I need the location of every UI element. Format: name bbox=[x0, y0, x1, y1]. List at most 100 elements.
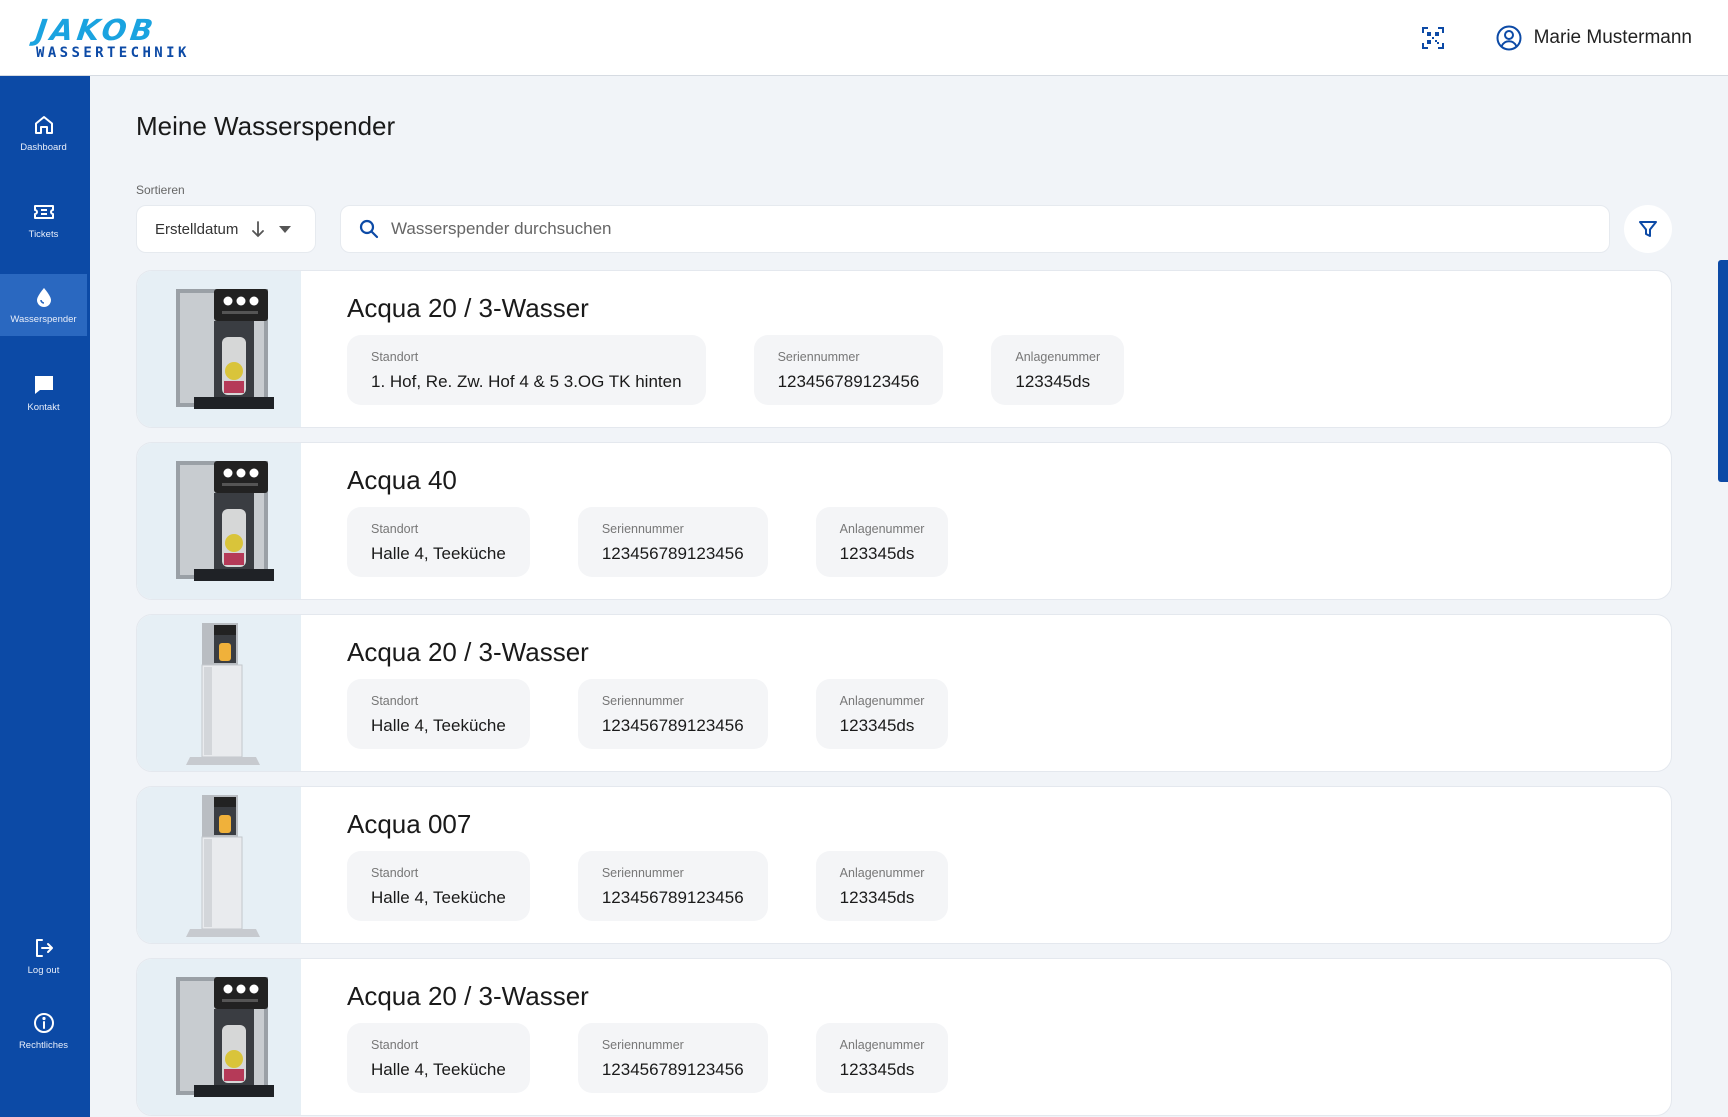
header-actions: Marie Mustermann bbox=[1418, 23, 1692, 53]
plant-label: Anlagenummer bbox=[1015, 350, 1101, 364]
serial-field: Seriennummer 123456789123456 bbox=[577, 679, 768, 749]
search-input[interactable] bbox=[391, 219, 1571, 239]
location-field: Standort Halle 4, Teeküche bbox=[347, 851, 530, 921]
location-field: Standort Halle 4, Teeküche bbox=[347, 1023, 530, 1093]
logout-icon bbox=[35, 938, 53, 957]
chat-icon bbox=[34, 375, 53, 394]
arrow-down-icon bbox=[252, 221, 265, 238]
dispenser-card[interactable]: Acqua 20 / 3-Wasser Standort Halle 4, Te… bbox=[136, 958, 1672, 1116]
top-header: JAKOB WASSERTECHNIK Marie Mustermann bbox=[0, 0, 1728, 76]
location-field: Standort Halle 4, Teeküche bbox=[347, 679, 530, 749]
location-label: Standort bbox=[371, 350, 419, 364]
user-circle-icon bbox=[1496, 25, 1522, 50]
location-label: Standort bbox=[371, 1038, 419, 1052]
location-value: Halle 4, Teeküche bbox=[371, 716, 506, 735]
sort-label: Sortieren bbox=[136, 183, 185, 197]
location-field: Standort Halle 4, Teeküche bbox=[347, 507, 530, 577]
dispenser-fields: Standort Halle 4, Teeküche Seriennummer … bbox=[347, 507, 996, 577]
dispenser-name: Acqua 20 / 3-Wasser bbox=[347, 637, 589, 667]
dispenser-fields: Standort Halle 4, Teeküche Seriennummer … bbox=[347, 851, 996, 921]
serial-label: Seriennummer bbox=[601, 1038, 684, 1052]
plant-field: Anlagenummer 123345ds bbox=[815, 507, 949, 577]
home-icon bbox=[34, 115, 53, 134]
dispenser-name: Acqua 20 / 3-Wasser bbox=[347, 981, 589, 1011]
sidebar-item-kontakt[interactable]: Kontakt bbox=[0, 362, 87, 424]
dispenser-image bbox=[137, 443, 301, 599]
serial-value: 123456789123456 bbox=[777, 372, 920, 391]
plant-field: Anlagenummer 123345ds bbox=[815, 1023, 949, 1093]
dispenser-name: Acqua 20 / 3-Wasser bbox=[347, 293, 589, 323]
serial-value: 123456789123456 bbox=[601, 1060, 744, 1079]
location-label: Standort bbox=[371, 522, 419, 536]
sidebar-item-dashboard[interactable]: Dashboard bbox=[0, 102, 87, 164]
sidebar-item-logout[interactable]: Log out bbox=[0, 925, 87, 987]
page-title: Meine Wasserspender bbox=[136, 111, 396, 141]
serial-label: Seriennummer bbox=[601, 694, 684, 708]
water-drop-icon bbox=[36, 287, 51, 307]
scrollbar-thumb[interactable] bbox=[1718, 260, 1728, 482]
sidebar-item-label: Wasserspender bbox=[10, 313, 77, 325]
sidebar: Dashboard Tickets Wasserspender Kontakt … bbox=[0, 76, 90, 1117]
dispenser-card[interactable]: Acqua 20 / 3-Wasser Standort Halle 4, Te… bbox=[136, 614, 1672, 772]
location-value: Halle 4, Teeküche bbox=[371, 544, 506, 563]
serial-value: 123456789123456 bbox=[601, 716, 744, 735]
dispenser-image bbox=[137, 959, 301, 1115]
dispenser-name: Acqua 007 bbox=[347, 809, 472, 839]
plant-value: 123345ds bbox=[1015, 372, 1091, 391]
user-menu[interactable]: Marie Mustermann bbox=[1496, 25, 1692, 51]
serial-label: Seriennummer bbox=[777, 350, 860, 364]
plant-label: Anlagenummer bbox=[839, 866, 925, 880]
serial-value: 123456789123456 bbox=[601, 888, 744, 907]
info-icon bbox=[33, 1012, 54, 1033]
plant-value: 123345ds bbox=[839, 1060, 915, 1079]
location-value: Halle 4, Teeküche bbox=[371, 1060, 506, 1079]
sidebar-item-label: Log out bbox=[27, 964, 60, 976]
qr-code-icon[interactable] bbox=[1418, 23, 1448, 53]
plant-value: 123345ds bbox=[839, 888, 915, 907]
dispenser-fields: Standort 1. Hof, Re. Zw. Hof 4 & 5 3.OG … bbox=[347, 335, 1172, 405]
dispenser-card[interactable]: Acqua 007 Standort Halle 4, Teeküche Ser… bbox=[136, 786, 1672, 944]
dispenser-image bbox=[137, 615, 301, 771]
serial-label: Seriennummer bbox=[601, 522, 684, 536]
sidebar-item-rechtliches[interactable]: Rechtliches bbox=[0, 1000, 87, 1062]
location-value: Halle 4, Teeküche bbox=[371, 888, 506, 907]
sidebar-item-label: Tickets bbox=[28, 228, 59, 240]
sidebar-item-wasserspender[interactable]: Wasserspender bbox=[0, 274, 87, 336]
filter-icon bbox=[1639, 221, 1657, 237]
sort-select[interactable]: Erstelldatum bbox=[136, 205, 316, 253]
plant-field: Anlagenummer 123345ds bbox=[815, 851, 949, 921]
sidebar-item-label: Kontakt bbox=[27, 401, 60, 413]
brand-logo-word: JAKOB bbox=[33, 12, 159, 47]
dispenser-card[interactable]: Acqua 40 Standort Halle 4, Teeküche Seri… bbox=[136, 442, 1672, 600]
sidebar-item-label: Rechtliches bbox=[18, 1039, 69, 1051]
location-label: Standort bbox=[371, 694, 419, 708]
plant-value: 123345ds bbox=[839, 716, 915, 735]
plant-label: Anlagenummer bbox=[839, 694, 925, 708]
location-label: Standort bbox=[371, 866, 419, 880]
user-name: Marie Mustermann bbox=[1533, 26, 1692, 48]
dispenser-card[interactable]: Acqua 20 / 3-Wasser Standort 1. Hof, Re.… bbox=[136, 270, 1672, 428]
serial-field: Seriennummer 123456789123456 bbox=[577, 851, 768, 921]
plant-label: Anlagenummer bbox=[839, 522, 925, 536]
dispenser-image bbox=[137, 787, 301, 943]
serial-label: Seriennummer bbox=[601, 866, 684, 880]
plant-field: Anlagenummer 123345ds bbox=[991, 335, 1125, 405]
sidebar-item-tickets[interactable]: Tickets bbox=[0, 189, 87, 251]
serial-field: Seriennummer 123456789123456 bbox=[577, 507, 768, 577]
search-box bbox=[340, 205, 1610, 253]
dispenser-image bbox=[137, 271, 301, 427]
filter-button[interactable] bbox=[1624, 205, 1672, 253]
sidebar-item-label: Dashboard bbox=[20, 141, 67, 153]
dispenser-name: Acqua 40 bbox=[347, 465, 457, 495]
location-field: Standort 1. Hof, Re. Zw. Hof 4 & 5 3.OG … bbox=[347, 335, 706, 405]
search-icon bbox=[359, 219, 379, 239]
plant-value: 123345ds bbox=[839, 544, 915, 563]
brand-logo[interactable]: JAKOB WASSERTECHNIK bbox=[33, 12, 190, 61]
serial-value: 123456789123456 bbox=[601, 544, 744, 563]
location-value: 1. Hof, Re. Zw. Hof 4 & 5 3.OG TK hinten bbox=[371, 372, 682, 391]
plant-label: Anlagenummer bbox=[839, 1038, 925, 1052]
serial-field: Seriennummer 123456789123456 bbox=[577, 1023, 768, 1093]
serial-field: Seriennummer 123456789123456 bbox=[753, 335, 944, 405]
dispenser-fields: Standort Halle 4, Teeküche Seriennummer … bbox=[347, 679, 996, 749]
plant-field: Anlagenummer 123345ds bbox=[815, 679, 949, 749]
